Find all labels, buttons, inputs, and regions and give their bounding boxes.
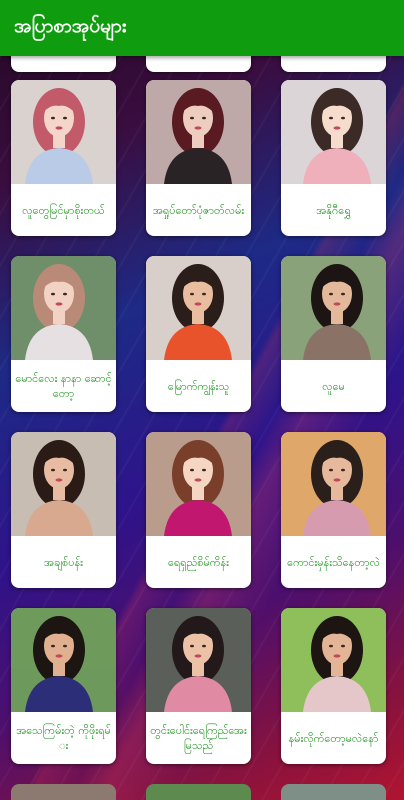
book-cover-image <box>11 432 116 536</box>
portrait-illustration <box>146 80 251 184</box>
book-title: အရှုပ်တော်ပုံဇာတ်လမ်း <box>152 203 245 217</box>
book-card[interactable]: အနိုဂီရွှေ <box>281 80 386 236</box>
book-title: ကောင်းမှန်းသိနေတာ့လဲ <box>287 555 380 569</box>
book-title: လူတွေမြင်မှာစိုးတယ် <box>22 203 105 217</box>
portrait-illustration <box>281 608 386 712</box>
book-cover-image <box>11 256 116 360</box>
portrait-illustration <box>11 432 116 536</box>
book-title: ရေရှည်စိမ်ကိန်း <box>168 555 229 569</box>
portrait-illustration <box>11 256 116 360</box>
book-card[interactable]: အသေကြမ်းတဲ့ ကိုဖိုးရမ်း <box>11 608 116 764</box>
book-cover-image <box>281 608 386 712</box>
book-cover-image <box>146 80 251 184</box>
book-card[interactable]: လူတွေမြင်မှာစိုးတယ် <box>11 80 116 236</box>
book-card[interactable]: လူမေ <box>281 256 386 412</box>
book-card[interactable]: တွင်းပေါင်းရေကြည်အေးမြသည် <box>146 608 251 764</box>
portrait-illustration <box>11 80 116 184</box>
book-title: လူမေ <box>322 379 345 393</box>
app-title: အပြာစာအုပ်များ <box>14 15 127 37</box>
portrait-illustration <box>146 432 251 536</box>
portrait-illustration <box>281 256 386 360</box>
book-cover-image <box>11 80 116 184</box>
portrait-illustration <box>281 80 386 184</box>
portrait-illustration <box>146 608 251 712</box>
book-title: အချစ်ပန်း <box>44 555 83 569</box>
book-cover-image <box>281 432 386 536</box>
book-cover-image <box>146 256 251 360</box>
portrait-illustration <box>281 432 386 536</box>
partial-card-top-3[interactable] <box>281 56 386 72</box>
partial-card-bottom-2[interactable] <box>146 784 251 800</box>
partial-card-bottom-1[interactable] <box>11 784 116 800</box>
partial-card-bottom-3[interactable] <box>281 784 386 800</box>
book-card[interactable]: အရှုပ်တော်ပုံဇာတ်လမ်း <box>146 80 251 236</box>
portrait-illustration <box>146 256 251 360</box>
book-card[interactable]: နမ်းလိုက်တော့မလဲနော် <box>281 608 386 764</box>
book-card[interactable]: အချစ်ပန်း <box>11 432 116 588</box>
partial-card-top-2[interactable] <box>146 56 251 72</box>
book-cover-image <box>281 256 386 360</box>
book-title: မောင်လေး နာနာ ဆောင့်တော့ <box>15 372 112 400</box>
book-title: အနိုဂီရွှေ <box>316 203 351 217</box>
book-card[interactable]: ကောင်းမှန်းသိနေတာ့လဲ <box>281 432 386 588</box>
book-title: မြောက်ကျွန်းသူ <box>167 379 230 393</box>
partial-card-top-1[interactable] <box>11 56 116 72</box>
book-list-background[interactable]: လူတွေမြင်မှာစိုးတယ် အရှုပ်တော်ပုံဇာတ်လမ်… <box>0 56 404 800</box>
book-cover-image <box>146 432 251 536</box>
book-cover-image <box>281 80 386 184</box>
book-card[interactable]: မြောက်ကျွန်းသူ <box>146 256 251 412</box>
book-title: နမ်းလိုက်တော့မလဲနော် <box>288 731 379 745</box>
book-cover-image <box>146 608 251 712</box>
book-title: အသေကြမ်းတဲ့ ကိုဖိုးရမ်း <box>16 724 111 752</box>
book-cover-image <box>11 608 116 712</box>
app-bar: အပြာစာအုပ်များ <box>0 0 404 56</box>
book-title: တွင်းပေါင်းရေကြည်အေးမြသည် <box>150 724 247 752</box>
portrait-illustration <box>11 608 116 712</box>
book-card[interactable]: မောင်လေး နာနာ ဆောင့်တော့ <box>11 256 116 412</box>
book-card[interactable]: ရေရှည်စိမ်ကိန်း <box>146 432 251 588</box>
